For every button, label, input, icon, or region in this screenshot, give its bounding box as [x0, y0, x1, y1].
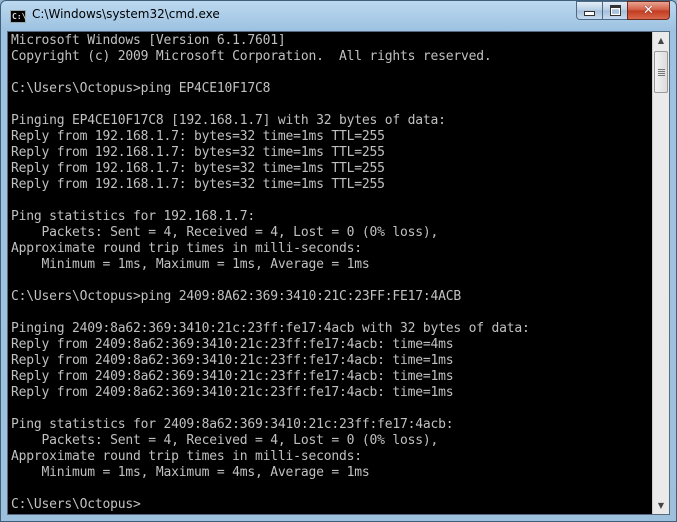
maximize-icon — [609, 5, 621, 16]
console-line: C:\Users\Octopus>ping EP4CE10F17C8 — [11, 81, 271, 96]
grip-line — [658, 73, 665, 74]
close-button[interactable]: ✕ — [627, 1, 670, 20]
console-line: Pinging EP4CE10F17C8 [192.168.1.7] with … — [11, 113, 446, 128]
console-line: Approximate round trip times in milli-se… — [11, 449, 362, 464]
console-text: Microsoft Windows [Version 6.1.7601] Cop… — [11, 33, 651, 513]
scroll-thumb[interactable] — [654, 51, 668, 93]
scroll-up-button[interactable]: ▲ — [653, 32, 669, 49]
console-line: Ping statistics for 192.168.1.7: — [11, 209, 256, 224]
console-line: Reply from 192.168.1.7: bytes=32 time=1m… — [11, 145, 385, 160]
console-frame: Microsoft Windows [Version 6.1.7601] Cop… — [7, 31, 670, 515]
console-line: Packets: Sent = 4, Received = 4, Lost = … — [11, 433, 439, 448]
title-bar[interactable]: C:\ C:\Windows\system32\cmd.exe ✕ — [1, 1, 676, 31]
caption-buttons: ✕ — [576, 1, 670, 20]
console-line: Reply from 2409:8a62:369:3410:21c:23ff:f… — [11, 385, 454, 400]
minimize-button[interactable] — [576, 1, 602, 20]
console-line: Minimum = 1ms, Maximum = 1ms, Average = … — [11, 257, 370, 272]
grip-line — [658, 69, 665, 70]
console-line: Reply from 2409:8a62:369:3410:21c:23ff:f… — [11, 353, 454, 368]
console-line: Pinging 2409:8a62:369:3410:21c:23ff:fe17… — [11, 321, 530, 336]
close-icon: ✕ — [643, 3, 654, 18]
minimize-icon — [584, 11, 595, 16]
grip-line — [658, 75, 665, 76]
console-line: Copyright (c) 2009 Microsoft Corporation… — [11, 49, 492, 64]
console-line: Packets: Sent = 4, Received = 4, Lost = … — [11, 225, 439, 240]
chevron-down-icon: ▼ — [657, 501, 665, 510]
console-line: Reply from 2409:8a62:369:3410:21c:23ff:f… — [11, 369, 454, 384]
cmd-icon[interactable]: C:\ — [10, 10, 26, 23]
console-line: Reply from 192.168.1.7: bytes=32 time=1m… — [11, 177, 385, 192]
console-line: Reply from 192.168.1.7: bytes=32 time=1m… — [11, 161, 385, 176]
console-line: Minimum = 1ms, Maximum = 4ms, Average = … — [11, 465, 370, 480]
console-line: C:\Users\Octopus>ping 2409:8A62:369:3410… — [11, 289, 461, 304]
console-line: C:\Users\Octopus> — [11, 497, 141, 512]
grip-line — [658, 71, 665, 72]
maximize-button[interactable] — [602, 1, 627, 20]
vertical-scrollbar[interactable]: ▲ ▼ — [652, 32, 669, 514]
chevron-up-icon: ▲ — [657, 36, 665, 45]
console-line: Microsoft Windows [Version 6.1.7601] — [11, 33, 286, 48]
window-title: C:\Windows\system32\cmd.exe — [32, 7, 220, 21]
cmd-window: C:\ C:\Windows\system32\cmd.exe ✕ Micros… — [0, 0, 677, 522]
scroll-down-button[interactable]: ▼ — [653, 497, 669, 514]
console-line: Approximate round trip times in milli-se… — [11, 241, 362, 256]
console-output[interactable]: Microsoft Windows [Version 6.1.7601] Cop… — [11, 33, 651, 513]
console-line: Ping statistics for 2409:8a62:369:3410:2… — [11, 417, 454, 432]
console-line: Reply from 2409:8a62:369:3410:21c:23ff:f… — [11, 337, 454, 352]
console-line: Reply from 192.168.1.7: bytes=32 time=1m… — [11, 129, 385, 144]
